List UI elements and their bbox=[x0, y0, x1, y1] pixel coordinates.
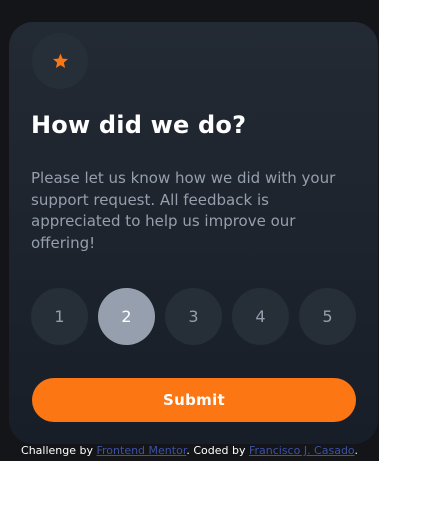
rating-option-4[interactable]: 4 bbox=[232, 288, 289, 345]
rating-option-3[interactable]: 3 bbox=[165, 288, 222, 345]
submit-button[interactable]: Submit bbox=[32, 378, 356, 422]
star-icon bbox=[52, 53, 68, 68]
frontend-mentor-link[interactable]: Frontend Mentor bbox=[97, 444, 187, 457]
card-title: How did we do? bbox=[31, 111, 247, 139]
card-description: Please let us know how we did with your … bbox=[31, 169, 336, 252]
attribution-suffix: . bbox=[354, 444, 358, 457]
rating-card: How did we do? Please let us know how we… bbox=[9, 22, 378, 444]
star-badge bbox=[32, 33, 88, 89]
rating-options: 1 2 3 4 5 bbox=[31, 288, 356, 345]
attribution: Challenge by Frontend Mentor. Coded by F… bbox=[0, 444, 379, 457]
attribution-middle: . Coded by bbox=[186, 444, 249, 457]
rating-option-1[interactable]: 1 bbox=[31, 288, 88, 345]
attribution-prefix: Challenge by bbox=[21, 444, 97, 457]
rating-option-5[interactable]: 5 bbox=[299, 288, 356, 345]
rating-option-2[interactable]: 2 bbox=[98, 288, 155, 345]
author-link[interactable]: Francisco J. Casado bbox=[249, 444, 355, 457]
page-background: How did we do? Please let us know how we… bbox=[0, 0, 379, 461]
